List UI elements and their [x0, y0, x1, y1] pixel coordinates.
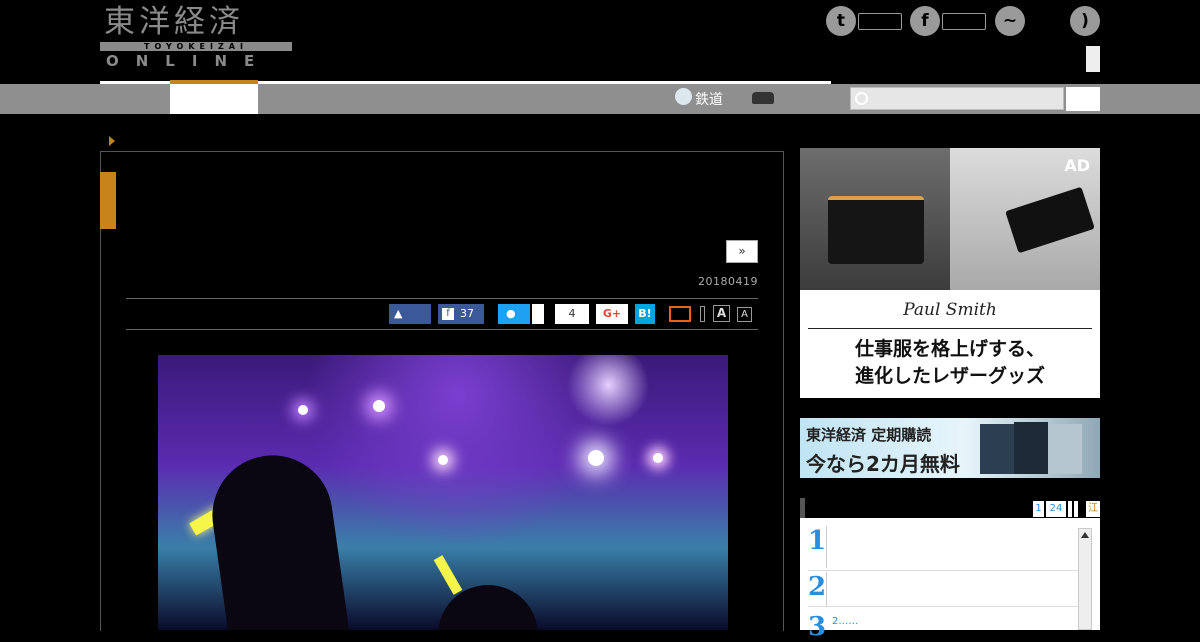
search-icon: [855, 92, 868, 105]
ad-brand-logo: Paul Smith: [903, 300, 997, 320]
print-button[interactable]: [700, 306, 705, 322]
ad-copy-line-1: 仕事服を格上げする、: [854, 338, 1045, 360]
search-input[interactable]: [850, 87, 1064, 110]
subscription-offer: 今なら2カ月無料: [806, 452, 960, 476]
facebook-icon: f: [442, 308, 454, 320]
stage-light: [653, 453, 663, 463]
briefcase-icon: [828, 196, 924, 264]
facebook-share-button[interactable]: f 37: [438, 304, 484, 324]
breadcrumb-arrow-icon: [109, 136, 115, 146]
thumbs-up-icon: ▲: [394, 307, 403, 320]
ranking-tab-extra[interactable]: 江: [1086, 501, 1100, 517]
rank-number: 1: [808, 526, 827, 556]
ad-image-bag: [800, 148, 950, 290]
facebook-like-button[interactable]: ▲: [389, 304, 431, 324]
article-date: 20180419: [698, 275, 758, 288]
rank-divider: [826, 526, 827, 568]
subscription-banner[interactable]: 東洋経済 定期購読 今なら2カ月無料: [800, 418, 1100, 478]
rank-number: 3: [808, 612, 827, 642]
magazine-cover: [1048, 424, 1082, 474]
category-marker: [100, 172, 116, 229]
logo-subtitle: TOYOKEIZAI: [100, 42, 292, 51]
ad-divider: [808, 328, 1092, 329]
site-logo[interactable]: 東洋経済: [104, 4, 244, 40]
tweet-button[interactable]: ●: [498, 304, 530, 324]
logo-online: ONLINE: [106, 52, 272, 70]
facebook-icon[interactable]: f: [910, 6, 940, 36]
share-top-divider: [126, 298, 758, 299]
list-item[interactable]: 1: [808, 526, 1078, 571]
glow-stick: [433, 555, 463, 595]
train-icon: [675, 88, 692, 105]
twitter-icon[interactable]: t: [826, 6, 856, 36]
ranking-list: 1 2 3 2……: [800, 518, 1100, 642]
messenger-icon[interactable]: ~: [995, 6, 1025, 36]
ranking-tab[interactable]: [1074, 501, 1078, 517]
font-size-small-button[interactable]: A: [737, 307, 752, 322]
ad-label: AD: [1064, 156, 1090, 175]
magazine-cover: [980, 424, 1014, 474]
rank-number: 2: [808, 572, 827, 602]
share-bottom-divider: [126, 329, 758, 330]
tweet-count: [532, 304, 544, 324]
stage-light: [298, 405, 308, 415]
nav-item-tetsudo[interactable]: 鉄道: [695, 89, 723, 109]
font-size-large-button[interactable]: A: [713, 305, 730, 322]
rank-divider: [826, 572, 827, 606]
car-icon[interactable]: [752, 92, 774, 104]
next-page-button[interactable]: »: [726, 240, 758, 263]
search-button[interactable]: [1066, 87, 1100, 111]
list-item[interactable]: 2: [808, 572, 1078, 607]
facebook-share-count: 37: [460, 307, 474, 320]
twitter-bird-icon: ●: [506, 307, 516, 320]
sidebar-ad[interactable]: AD Paul Smith 仕事服を格上げする、 進化したレザーグッズ: [800, 148, 1100, 398]
article-hero-image: [158, 355, 728, 630]
ranking-scrollbar[interactable]: [1078, 528, 1092, 630]
wallet-icon: [1005, 186, 1095, 254]
stage-light: [588, 450, 604, 466]
ranking-tab[interactable]: [1068, 501, 1072, 517]
ranking-tab-1[interactable]: 1: [1033, 501, 1044, 517]
scroll-up-icon[interactable]: [1081, 532, 1089, 538]
facebook-like-count: [942, 13, 986, 30]
nav-item-active[interactable]: [170, 84, 258, 114]
rank-title: 2……: [832, 616, 859, 627]
magazine-cover: [1014, 422, 1048, 474]
ranking-tab-24[interactable]: 24: [1046, 501, 1066, 517]
list-item[interactable]: 3 2……: [808, 612, 1078, 642]
hatena-bookmark-button[interactable]: B!: [635, 304, 655, 324]
ad-copy: 仕事服を格上げする、 進化したレザーグッズ: [800, 336, 1100, 390]
stage-light: [373, 400, 385, 412]
stage-light: [438, 455, 448, 465]
audience-silhouette: [204, 447, 352, 630]
ad-copy-line-2: 進化したレザーグッズ: [854, 365, 1045, 387]
comment-count[interactable]: 4: [555, 304, 589, 324]
gplus-button[interactable]: G+: [596, 304, 628, 324]
subscription-title: 東洋経済 定期購読: [806, 426, 932, 444]
rss-icon[interactable]: ): [1070, 6, 1100, 36]
login-button[interactable]: [1086, 46, 1100, 72]
twitter-follow-count: [858, 13, 902, 30]
mail-icon[interactable]: [669, 306, 691, 322]
